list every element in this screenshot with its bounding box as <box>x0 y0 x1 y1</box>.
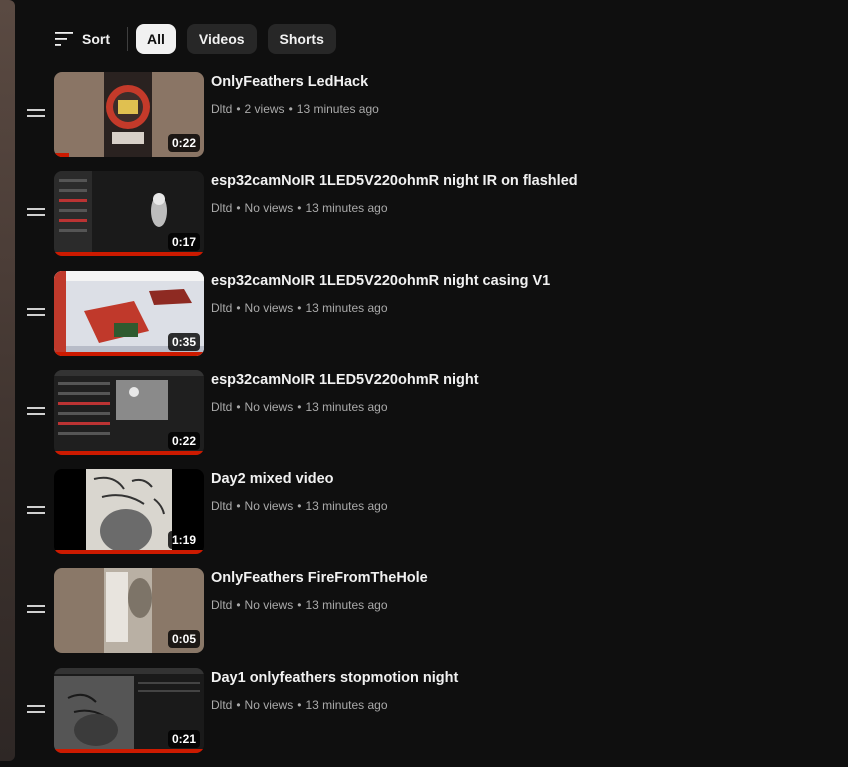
duration-badge: 0:35 <box>167 332 200 351</box>
channel-name[interactable]: Dltd <box>211 499 232 513</box>
view-count: 2 views <box>244 102 285 116</box>
video-row: 0:05 OnlyFeathers FireFromTheHole Dltd • N… <box>0 568 848 667</box>
video-row: 0:17 esp32camNoIR 1LED5V220ohmR night IR… <box>0 171 848 270</box>
drag-handle-icon[interactable] <box>27 307 45 318</box>
video-thumbnail[interactable]: 0:17 <box>54 171 204 257</box>
channel-name[interactable]: Dltd <box>211 400 232 414</box>
channel-name[interactable]: Dltd <box>211 201 232 215</box>
video-title[interactable]: OnlyFeathers LedHack <box>211 74 368 90</box>
video-thumbnail[interactable]: 0:22 <box>54 369 204 455</box>
video-thumbnail[interactable]: 0:22 <box>54 72 204 157</box>
duration-badge: 0:21 <box>167 729 200 748</box>
duration-badge: 0:22 <box>167 134 200 152</box>
video-row: 0:21 Day1 onlyfeathers stopmotion night … <box>0 667 848 767</box>
video-title[interactable]: esp32camNoIR 1LED5V220ohmR night casing … <box>211 273 550 289</box>
upload-age: 13 minutes ago <box>296 102 379 116</box>
upload-age: 13 minutes ago <box>305 300 388 315</box>
video-row: 0:22 esp32camNoIR 1LED5V220ohmR night Dl… <box>0 369 848 469</box>
video-row: 0:22 OnlyFeathers LedHack Dltd • 2 views • 1… <box>0 72 848 171</box>
channel-name[interactable]: Dltd <box>211 102 232 116</box>
video-title[interactable]: Day1 onlyfeathers stopmotion night <box>211 670 458 686</box>
channel-name[interactable]: Dltd <box>211 598 232 612</box>
channel-name[interactable]: Dltd <box>211 698 232 712</box>
video-thumbnail[interactable]: 0:05 <box>54 568 204 654</box>
drag-handle-icon[interactable] <box>27 208 45 218</box>
video-meta: Dltd • No views • 13 minutes ago <box>211 201 388 216</box>
video-meta: Dltd • No views • 13 minutes ago <box>211 598 388 613</box>
duration-badge: 0:05 <box>167 630 200 649</box>
upload-age: 13 minutes ago <box>305 499 388 514</box>
watch-progress-bar <box>54 450 204 455</box>
drag-handle-icon[interactable] <box>27 605 45 615</box>
filter-toolbar: Sort All Videos Shorts <box>54 24 347 54</box>
video-list: 0:22 OnlyFeathers LedHack Dltd • 2 views • 1… <box>0 72 848 767</box>
view-count: No views <box>244 697 294 712</box>
sort-label: Sort <box>82 31 110 47</box>
chip-shorts[interactable]: Shorts <box>267 24 336 54</box>
video-title[interactable]: OnlyFeathers FireFromTheHole <box>211 570 428 586</box>
chip-videos[interactable]: Videos <box>186 24 257 54</box>
upload-age: 13 minutes ago <box>305 697 388 712</box>
video-title[interactable]: esp32camNoIR 1LED5V220ohmR night IR on f… <box>211 173 578 189</box>
video-row: 0:35 esp32camNoIR 1LED5V220ohmR night ca… <box>0 270 848 370</box>
sort-button[interactable]: Sort <box>54 31 110 47</box>
video-title[interactable]: Day2 mixed video <box>211 471 334 487</box>
duration-badge: 1:19 <box>167 531 200 550</box>
watch-progress-bar <box>54 748 204 753</box>
drag-handle-icon[interactable] <box>27 406 45 417</box>
view-count: No views <box>244 598 294 613</box>
watch-progress-bar <box>54 252 204 257</box>
video-thumbnail[interactable]: 1:19 <box>54 469 204 555</box>
view-count: No views <box>244 201 294 216</box>
drag-handle-icon[interactable] <box>27 704 45 715</box>
sort-icon <box>55 32 73 46</box>
view-count: No views <box>244 300 294 315</box>
upload-age: 13 minutes ago <box>305 201 388 216</box>
toolbar-divider <box>127 27 128 51</box>
view-count: No views <box>244 499 294 514</box>
watch-progress-bar <box>54 351 204 356</box>
video-meta: Dltd • No views • 13 minutes ago <box>211 399 388 414</box>
video-meta: Dltd • No views • 13 minutes ago <box>211 300 388 315</box>
duration-badge: 0:22 <box>167 431 200 450</box>
watch-progress-bar <box>54 550 204 555</box>
video-meta: Dltd • 2 views • 13 minutes ago <box>211 102 379 116</box>
duration-badge: 0:17 <box>167 233 200 252</box>
video-title[interactable]: esp32camNoIR 1LED5V220ohmR night <box>211 372 479 388</box>
video-meta: Dltd • No views • 13 minutes ago <box>211 697 388 712</box>
video-thumbnail[interactable]: 0:21 <box>54 667 204 753</box>
video-meta: Dltd • No views • 13 minutes ago <box>211 499 388 514</box>
channel-name[interactable]: Dltd <box>211 301 232 315</box>
upload-age: 13 minutes ago <box>305 598 388 613</box>
view-count: No views <box>244 399 294 414</box>
drag-handle-icon[interactable] <box>27 109 45 119</box>
chip-all[interactable]: All <box>136 24 176 54</box>
drag-handle-icon[interactable] <box>27 506 45 516</box>
video-row: 1:19 Day2 mixed video Dltd • No views • 13 m… <box>0 469 848 568</box>
video-thumbnail[interactable]: 0:35 <box>54 270 204 356</box>
upload-age: 13 minutes ago <box>305 399 388 414</box>
watch-progress-bar <box>54 153 69 157</box>
